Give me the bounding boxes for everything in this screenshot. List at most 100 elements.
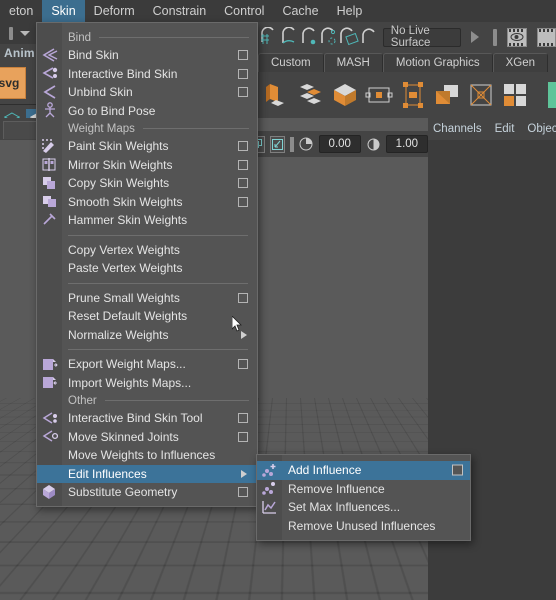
snap-to-point-icon[interactable] — [299, 25, 319, 49]
range-slider-row: 0.00 1.00 — [248, 131, 428, 157]
snap-to-grid-icon[interactable] — [259, 25, 279, 49]
option-box-icon[interactable] — [238, 413, 248, 424]
option-box-icon[interactable] — [238, 68, 248, 79]
menu-item-move-weights-to-influences[interactable]: Move Weights to Influences — [37, 446, 257, 465]
live-surface-field[interactable]: No Live Surface — [382, 25, 462, 49]
make-live-icon[interactable] — [359, 25, 379, 49]
snap-to-projected-center-icon[interactable] — [319, 25, 339, 49]
option-box-icon[interactable] — [238, 87, 248, 98]
menu-cache[interactable]: Cache — [273, 0, 327, 22]
auto-key-icon[interactable] — [299, 136, 314, 153]
menu-item-interactive-bind-skin[interactable]: Interactive Bind Skin — [37, 65, 257, 84]
menu-item-bind-skin[interactable]: Bind Skin — [37, 46, 257, 65]
component-mode-icon[interactable] — [26, 109, 36, 118]
mash-grid-icon[interactable] — [500, 78, 530, 112]
option-box-icon[interactable] — [238, 50, 248, 61]
viewport-visibility-icon[interactable] — [507, 27, 527, 47]
option-box-icon[interactable] — [238, 196, 248, 207]
toolbar-slider-handle[interactable] — [493, 28, 497, 46]
menu-item-label: Bind Skin — [68, 48, 119, 63]
bind-pose-icon — [40, 102, 59, 119]
mash-network-icon[interactable] — [262, 78, 292, 112]
mash-fold-icon[interactable] — [432, 78, 462, 112]
option-box-icon[interactable] — [452, 464, 463, 476]
menu-deform[interactable]: Deform — [85, 0, 144, 22]
mash-distribute-icon[interactable] — [296, 78, 326, 112]
edit-influences-submenu: Add Influence Remove Influence Set Max Inf… — [256, 454, 471, 541]
render-view-icon[interactable] — [536, 27, 556, 47]
option-box-icon[interactable] — [238, 178, 248, 189]
menu-item-edit-influences[interactable]: Edit Influences — [37, 464, 257, 483]
shelf-tab-custom[interactable]: Custom — [258, 53, 324, 72]
set-max-influences-icon — [260, 499, 279, 515]
mash-instancer-icon[interactable] — [398, 78, 428, 112]
menu-item-paint-skin-weights[interactable]: Paint Skin Weights — [37, 137, 257, 156]
menu-item-paste-vertex-weights[interactable]: Paste Vertex Weights — [37, 259, 257, 278]
menu-item-copy-vertex-weights[interactable]: Copy Vertex Weights — [37, 241, 257, 260]
menu-item-label: Normalize Weights — [68, 327, 169, 342]
range-slider-handle[interactable] — [290, 136, 294, 152]
interactive-bind-skin-tool-icon — [40, 410, 59, 426]
half-circle-icon[interactable] — [366, 136, 381, 153]
menu-item-go-to-bind-pose[interactable]: Go to Bind Pose — [37, 102, 257, 121]
menu-item-label: Import Weights Maps... — [68, 375, 192, 390]
menu-item-hammer-skin-weights[interactable]: Hammer Skin Weights — [37, 211, 257, 230]
option-box-icon[interactable] — [238, 159, 248, 170]
submenu-item-add-influence[interactable]: Add Influence — [257, 461, 470, 480]
option-box-icon[interactable] — [238, 141, 248, 152]
paste-keys-icon[interactable] — [270, 135, 286, 153]
submenu-item-remove-influence[interactable]: Remove Influence — [257, 480, 470, 499]
menu-control[interactable]: Control — [215, 0, 273, 22]
selection-mask-buttons — [1, 109, 36, 118]
snap-to-view-plane-icon[interactable] — [339, 25, 359, 49]
object-mode-icon[interactable] — [1, 109, 23, 118]
menu-item-export-weight-maps[interactable]: Export Weight Maps... — [37, 355, 257, 374]
menu-item-copy-skin-weights[interactable]: Copy Skin Weights — [37, 174, 257, 193]
playback-toggle-icon[interactable] — [471, 31, 480, 43]
range-end-field[interactable]: 1.00 — [385, 135, 428, 153]
range-start-field[interactable]: 0.00 — [318, 135, 361, 153]
import-weight-maps-icon — [40, 375, 59, 391]
mash-cube-icon[interactable] — [330, 78, 360, 112]
menu-item-reset-default-weights[interactable]: Reset Default Weights — [37, 307, 257, 326]
menu-skin[interactable]: Skin — [42, 0, 85, 22]
option-box-icon[interactable] — [238, 359, 248, 370]
menu-help[interactable]: Help — [328, 0, 372, 22]
shelf-tab-mash[interactable]: MASH — [323, 53, 383, 72]
menu-item-smooth-skin-weights[interactable]: Smooth Skin Weights — [37, 193, 257, 212]
skin-dropdown-menu: Bind Bind Skin Interactive Bind Skin Unbind… — [36, 22, 258, 507]
shelf-tab-xgen[interactable]: XGen — [492, 53, 549, 72]
mouse-cursor — [232, 316, 242, 332]
menu-item-interactive-bind-skin-tool[interactable]: Interactive Bind Skin Tool — [37, 409, 257, 428]
menu-item-normalize-weights[interactable]: Normalize Weights — [37, 326, 257, 345]
menu-item-label: Edit Influences — [68, 466, 147, 481]
submenu-arrow-icon — [241, 469, 247, 478]
menuset-handle[interactable] — [9, 26, 13, 40]
option-box-icon[interactable] — [238, 431, 248, 442]
mash-checker-icon[interactable] — [546, 78, 556, 112]
menu-skeleton[interactable]: eton — [0, 0, 42, 22]
shelf-icon-bar — [258, 72, 556, 118]
shelf-tab-motion-graphics[interactable]: Motion Graphics — [382, 53, 493, 72]
menu-item-prune-small-weights[interactable]: Prune Small Weights — [37, 289, 257, 308]
mash-bounding-box-icon[interactable] — [466, 78, 496, 112]
submenu-item-remove-unused-influences[interactable]: Remove Unused Influences — [257, 517, 470, 536]
menu-item-substitute-geometry[interactable]: Substitute Geometry — [37, 483, 257, 502]
menu-item-mirror-skin-weights[interactable]: Mirror Skin Weights — [37, 156, 257, 175]
submenu-item-set-max-influences[interactable]: Set Max Influences... — [257, 498, 470, 517]
menu-constrain[interactable]: Constrain — [144, 0, 216, 22]
option-box-icon[interactable] — [238, 292, 248, 303]
option-box-icon[interactable] — [238, 487, 248, 498]
menu-item-unbind-skin[interactable]: Unbind Skin — [37, 83, 257, 102]
chevron-down-icon[interactable] — [20, 30, 30, 36]
shelf-item-svg[interactable]: svg — [0, 67, 26, 99]
mash-placer-icon[interactable] — [364, 78, 394, 112]
submenu-item-label: Add Influence — [288, 463, 362, 478]
channel-box-tab-object[interactable]: Object — [527, 123, 556, 135]
channel-box-tab-channels[interactable]: Channels — [433, 123, 482, 135]
snap-to-curve-icon[interactable] — [279, 25, 299, 49]
channel-box-tab-edit[interactable]: Edit — [495, 123, 515, 135]
menu-item-label: Paste Vertex Weights — [68, 261, 183, 276]
menu-item-move-skinned-joints[interactable]: Move Skinned Joints — [37, 428, 257, 447]
menu-item-import-weights-maps[interactable]: Import Weights Maps... — [37, 374, 257, 393]
